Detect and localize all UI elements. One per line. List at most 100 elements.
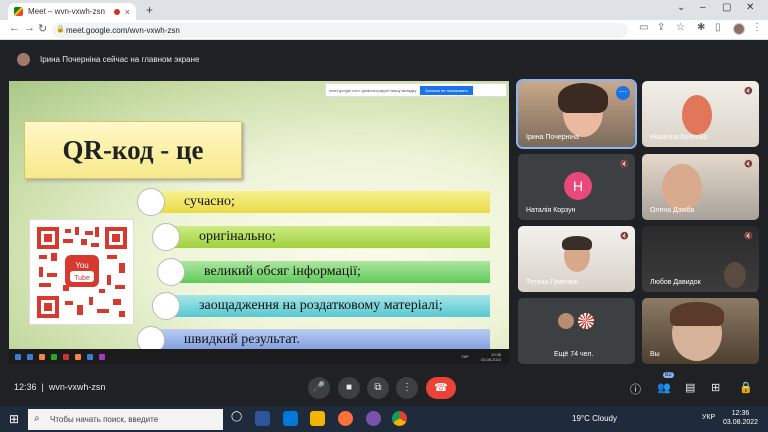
mic-muted-icon: 🔇 <box>620 161 629 168</box>
clock-time: 12:36 <box>731 410 750 417</box>
reload-icon[interactable]: ↻ <box>38 22 47 35</box>
app-icon <box>99 353 105 360</box>
firefox-icon[interactable] <box>338 411 353 426</box>
participant-name: Олена Дзюба <box>650 207 695 214</box>
people-icon[interactable]: 👥 <box>657 381 671 394</box>
slide-item-3: великий обсяг інформації; <box>174 261 490 283</box>
more-options-icon[interactable]: ⋯ <box>616 86 630 100</box>
microphone-icon: 🎤 <box>312 382 326 393</box>
participant-name: ekaterina bosenko <box>650 134 708 141</box>
camera-button[interactable]: ■ <box>338 377 360 399</box>
participant-tile[interactable]: 🔇 Любов Давидок <box>642 226 759 292</box>
tab-title: Meet – wvn-vxwh-zsn <box>28 7 105 16</box>
mic-muted-icon: 🔇 <box>744 233 753 240</box>
present-button[interactable]: ⧉ <box>367 377 389 399</box>
address-bar[interactable]: 🔒 meet.google.com/wvn-vxwh-zsn <box>52 23 628 38</box>
taskbar-search-box[interactable]: ⌕ Чтобы начать поиск, введите <box>28 409 223 430</box>
more-options-button[interactable]: ⋮ <box>396 377 418 399</box>
viber-icon[interactable] <box>366 411 381 426</box>
bookmark-star-icon[interactable]: ☆ <box>676 22 685 33</box>
profile-avatar[interactable] <box>733 23 745 35</box>
microphone-button[interactable]: 🎤 <box>308 377 330 399</box>
chat-icon[interactable]: ▤ <box>685 381 695 394</box>
task-view-icon[interactable]: ◯ <box>231 411 246 426</box>
sharing-notice-bar: meet.google.com: демонстрирует вашу вкла… <box>325 83 507 97</box>
chevron-down-icon[interactable]: ⌄ <box>677 2 685 13</box>
mic-muted-icon: 🔇 <box>620 233 629 240</box>
host-controls-icon[interactable]: 🔒 <box>739 381 753 394</box>
participant-hair <box>558 83 608 113</box>
presenter-lang: УКР <box>461 354 469 359</box>
sharing-notice-button[interactable]: Больше не показывать <box>420 85 473 95</box>
app-icon <box>63 353 69 360</box>
participant-video <box>724 262 746 288</box>
presenter-avatar <box>17 53 30 66</box>
file-explorer-icon[interactable] <box>310 411 325 426</box>
app-icon <box>39 353 45 360</box>
self-tile[interactable]: Вы <box>642 298 759 364</box>
forward-arrow-icon[interactable]: → <box>24 22 35 34</box>
presenter-taskbar: УКР 12:36 03.08.2022 <box>9 349 509 364</box>
side-panel-icon[interactable]: ▯ <box>715 22 721 33</box>
slide-item-1: сучасно; <box>154 191 490 213</box>
participant-tile[interactable]: 🔇 Тетяна Гуменюк <box>518 226 635 292</box>
participant-tile[interactable]: 🔇 Олена Дзюба <box>642 154 759 220</box>
sharing-notice-text: meet.google.com: демонстрирует вашу вкла… <box>329 87 417 93</box>
participant-count-badge: 82 <box>663 372 674 378</box>
participant-tile-others[interactable]: Ещё 74 чел. <box>518 298 635 364</box>
search-icon: ⌕ <box>34 413 40 424</box>
leave-call-button[interactable]: ☎ <box>426 377 456 399</box>
back-arrow-icon[interactable]: ← <box>9 22 20 34</box>
participant-tile[interactable]: Н 🔇 Наталія Корзун <box>518 154 635 220</box>
participant-video <box>682 95 712 135</box>
weather-widget[interactable]: 19°C Cloudy <box>572 414 617 423</box>
app-icon <box>51 353 57 360</box>
participant-video <box>662 164 702 212</box>
language-indicator[interactable]: УКР <box>702 414 715 421</box>
windows-start-icon[interactable]: ⊞ <box>9 412 19 426</box>
meeting-code: wvn-vxwh-zsn <box>48 382 106 392</box>
app-icon[interactable] <box>255 411 270 426</box>
new-tab-button[interactable]: + <box>146 3 153 17</box>
taskbar-clock[interactable]: 12:36 03.08.2022 <box>723 409 758 427</box>
menu-kebab-icon[interactable]: ⋮ <box>752 22 762 33</box>
window-close-icon[interactable]: ✕ <box>746 2 754 13</box>
participant-tile[interactable]: ⋯ Ірина Почерніна <box>516 79 637 149</box>
bullet-circle <box>157 258 185 286</box>
participant-thumbnail <box>576 311 596 331</box>
slide-title: QR-код - це <box>24 121 242 179</box>
self-name: Вы <box>650 351 660 358</box>
participant-thumbnail <box>556 311 576 331</box>
camera-icon: ■ <box>345 382 353 393</box>
activities-icon[interactable]: ⊞ <box>711 381 720 394</box>
present-icon: ⧉ <box>374 382 382 393</box>
shared-screen[interactable]: meet.google.com: демонстрирует вашу вкла… <box>9 81 509 364</box>
minimize-icon[interactable]: – <box>700 2 706 13</box>
chrome-icon[interactable] <box>392 411 407 426</box>
others-count: Ещё 74 чел. <box>554 351 594 358</box>
browser-tab[interactable]: Meet – wvn-vxwh-zsn × <box>8 3 136 20</box>
recording-dot-icon <box>113 8 120 15</box>
share-icon[interactable]: ⇪ <box>657 22 665 33</box>
bullet-circle <box>152 223 180 251</box>
extensions-icon[interactable]: ✱ <box>697 22 705 33</box>
participant-name: Ірина Почерніна <box>526 134 579 141</box>
svg-text:Tube: Tube <box>74 275 90 282</box>
participant-hair <box>562 236 592 250</box>
presenting-text: Ірина Почерніна сейчас на главном экране <box>40 55 200 64</box>
qr-code-image: You Tube <box>29 219 134 325</box>
mic-muted-icon: 🔇 <box>744 161 753 168</box>
maximize-icon[interactable]: ▢ <box>722 2 731 13</box>
slide-item-4: заощадження на роздатковому матеріалі; <box>169 295 490 317</box>
presenter-clock: 12:36 03.08.2022 <box>480 351 501 362</box>
search-placeholder: Чтобы начать поиск, введите <box>50 415 159 424</box>
more-vert-icon: ⋮ <box>402 382 412 393</box>
mic-muted-icon: 🔇 <box>744 88 753 95</box>
camera-indicator-icon[interactable]: ▭ <box>639 22 648 33</box>
bullet-circle <box>152 292 180 320</box>
participant-name: Любов Давидок <box>650 279 701 286</box>
edge-icon[interactable] <box>283 411 298 426</box>
participant-tile[interactable]: 🔇 ekaterina bosenko <box>642 81 759 147</box>
meeting-info-icon[interactable]: ⓘ <box>630 381 641 397</box>
tab-close-icon[interactable]: × <box>125 7 130 17</box>
